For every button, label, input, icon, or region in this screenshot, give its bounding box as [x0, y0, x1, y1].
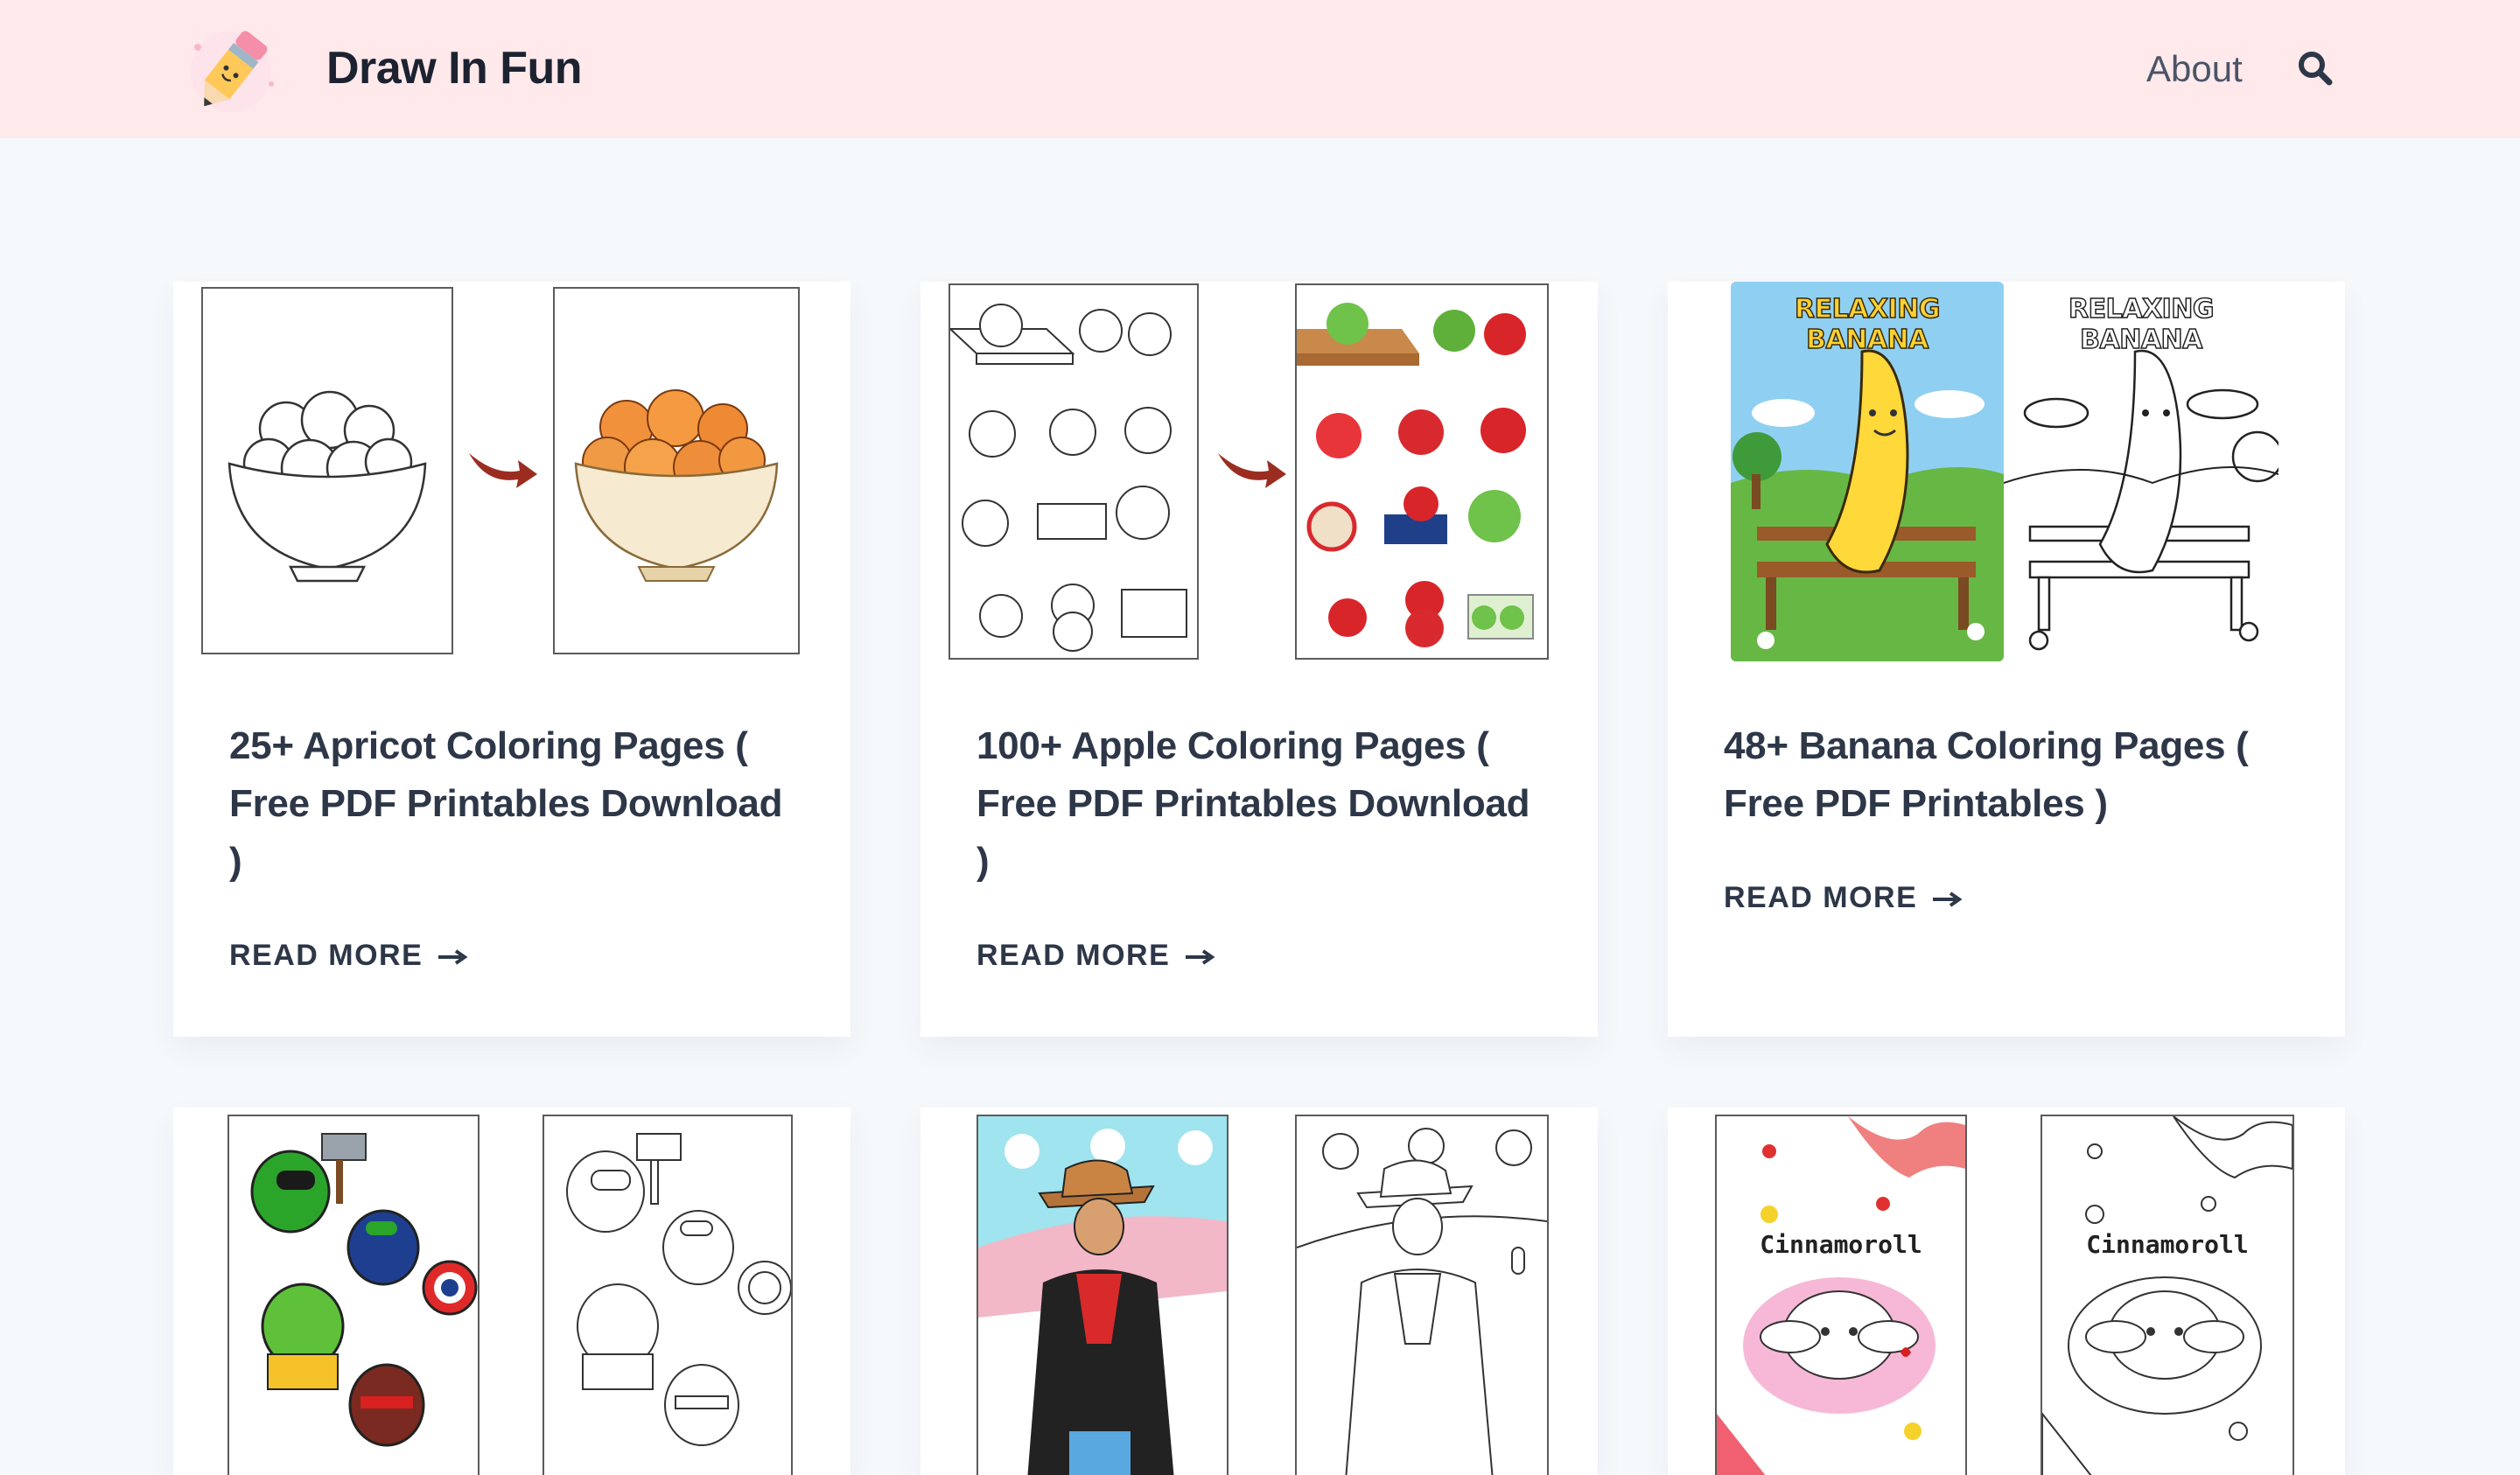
post-title-line[interactable]: Free PDF Printables Download: [229, 775, 824, 833]
post-title-line[interactable]: 100+ Apple Coloring Pages (: [976, 717, 1580, 775]
post-thumbnail[interactable]: Cinnamoroll Cinnamoroll: [1715, 1115, 2301, 1475]
coloring-page-colored: [1295, 283, 1549, 660]
site-logo-pencil-icon[interactable]: [180, 21, 284, 119]
coloring-page-outline: [201, 287, 453, 654]
post-title-line[interactable]: 25+ Apricot Coloring Pages (: [229, 717, 824, 775]
post-thumbnail[interactable]: [976, 1115, 1549, 1475]
post-title[interactable]: 100+ Apple Coloring Pages ( Free PDF Pri…: [976, 717, 1580, 891]
search-icon[interactable]: [2296, 49, 2334, 87]
post-title-line[interactable]: Free PDF Printables ): [1724, 775, 2328, 833]
read-more-label: READ MORE: [976, 939, 1171, 972]
read-more-label: READ MORE: [1724, 881, 1918, 914]
coloring-page-colored: RELAXING BANANA: [1731, 282, 2004, 661]
post-title-line[interactable]: 48+ Banana Coloring Pages (: [1724, 717, 2328, 775]
coloring-page-colored: [553, 287, 800, 654]
nav-link-about[interactable]: About: [2146, 45, 2243, 93]
post-card-apricot: 25+ Apricot Coloring Pages ( Free PDF Pr…: [173, 282, 850, 1037]
post-title-line[interactable]: ): [976, 833, 1580, 891]
post-title-line[interactable]: Free PDF Printables Download: [976, 775, 1580, 833]
post-card-apple: 100+ Apple Coloring Pages ( Free PDF Pri…: [920, 282, 1598, 1037]
post-card-cowboy-hat-person: [920, 1108, 1598, 1475]
post-title[interactable]: 48+ Banana Coloring Pages ( Free PDF Pri…: [1724, 717, 2328, 833]
read-more-label: READ MORE: [229, 939, 424, 972]
arrow-right-icon: [438, 948, 468, 966]
image-heading-text: Cinnamoroll: [1760, 1230, 1922, 1259]
post-thumbnail[interactable]: [228, 1115, 793, 1475]
coloring-page-outline: Cinnamoroll: [2040, 1115, 2294, 1475]
read-more-link[interactable]: READ MORE: [1724, 880, 1963, 915]
site-header: Draw In Fun About: [0, 0, 2520, 138]
read-more-link[interactable]: READ MORE: [229, 938, 468, 973]
post-card-among-us-heroes: [173, 1108, 850, 1475]
post-thumbnail[interactable]: RELAXING BANANA RELAXING BANANA: [1731, 282, 2278, 661]
post-thumbnail[interactable]: [948, 283, 1561, 661]
arrow-right-icon: [1933, 891, 1963, 908]
post-card-cinnamoroll: Cinnamoroll Cinnamoroll: [1668, 1108, 2345, 1475]
coloring-page-colored: [228, 1115, 480, 1475]
post-thumbnail[interactable]: [201, 287, 805, 660]
read-more-link[interactable]: READ MORE: [976, 938, 1215, 973]
coloring-page-colored: [976, 1115, 1228, 1475]
coloring-page-colored: Cinnamoroll: [1715, 1115, 1967, 1475]
image-heading-text: Cinnamoroll: [2086, 1230, 2249, 1259]
post-card-banana: RELAXING BANANA RELAXING BANANA 48+ Bana…: [1668, 282, 2345, 1037]
coloring-page-outline: RELAXING BANANA: [2004, 282, 2278, 661]
coloring-page-outline: [1295, 1115, 1549, 1475]
coloring-page-outline: [542, 1115, 793, 1475]
site-title[interactable]: Draw In Fun: [326, 40, 583, 96]
coloring-page-outline: [948, 283, 1199, 660]
transform-arrow-icon: [466, 444, 541, 492]
arrow-right-icon: [1186, 948, 1215, 966]
post-title[interactable]: 25+ Apricot Coloring Pages ( Free PDF Pr…: [229, 717, 824, 891]
post-title-line[interactable]: ): [229, 833, 824, 891]
transform-arrow-icon: [1214, 444, 1290, 492]
